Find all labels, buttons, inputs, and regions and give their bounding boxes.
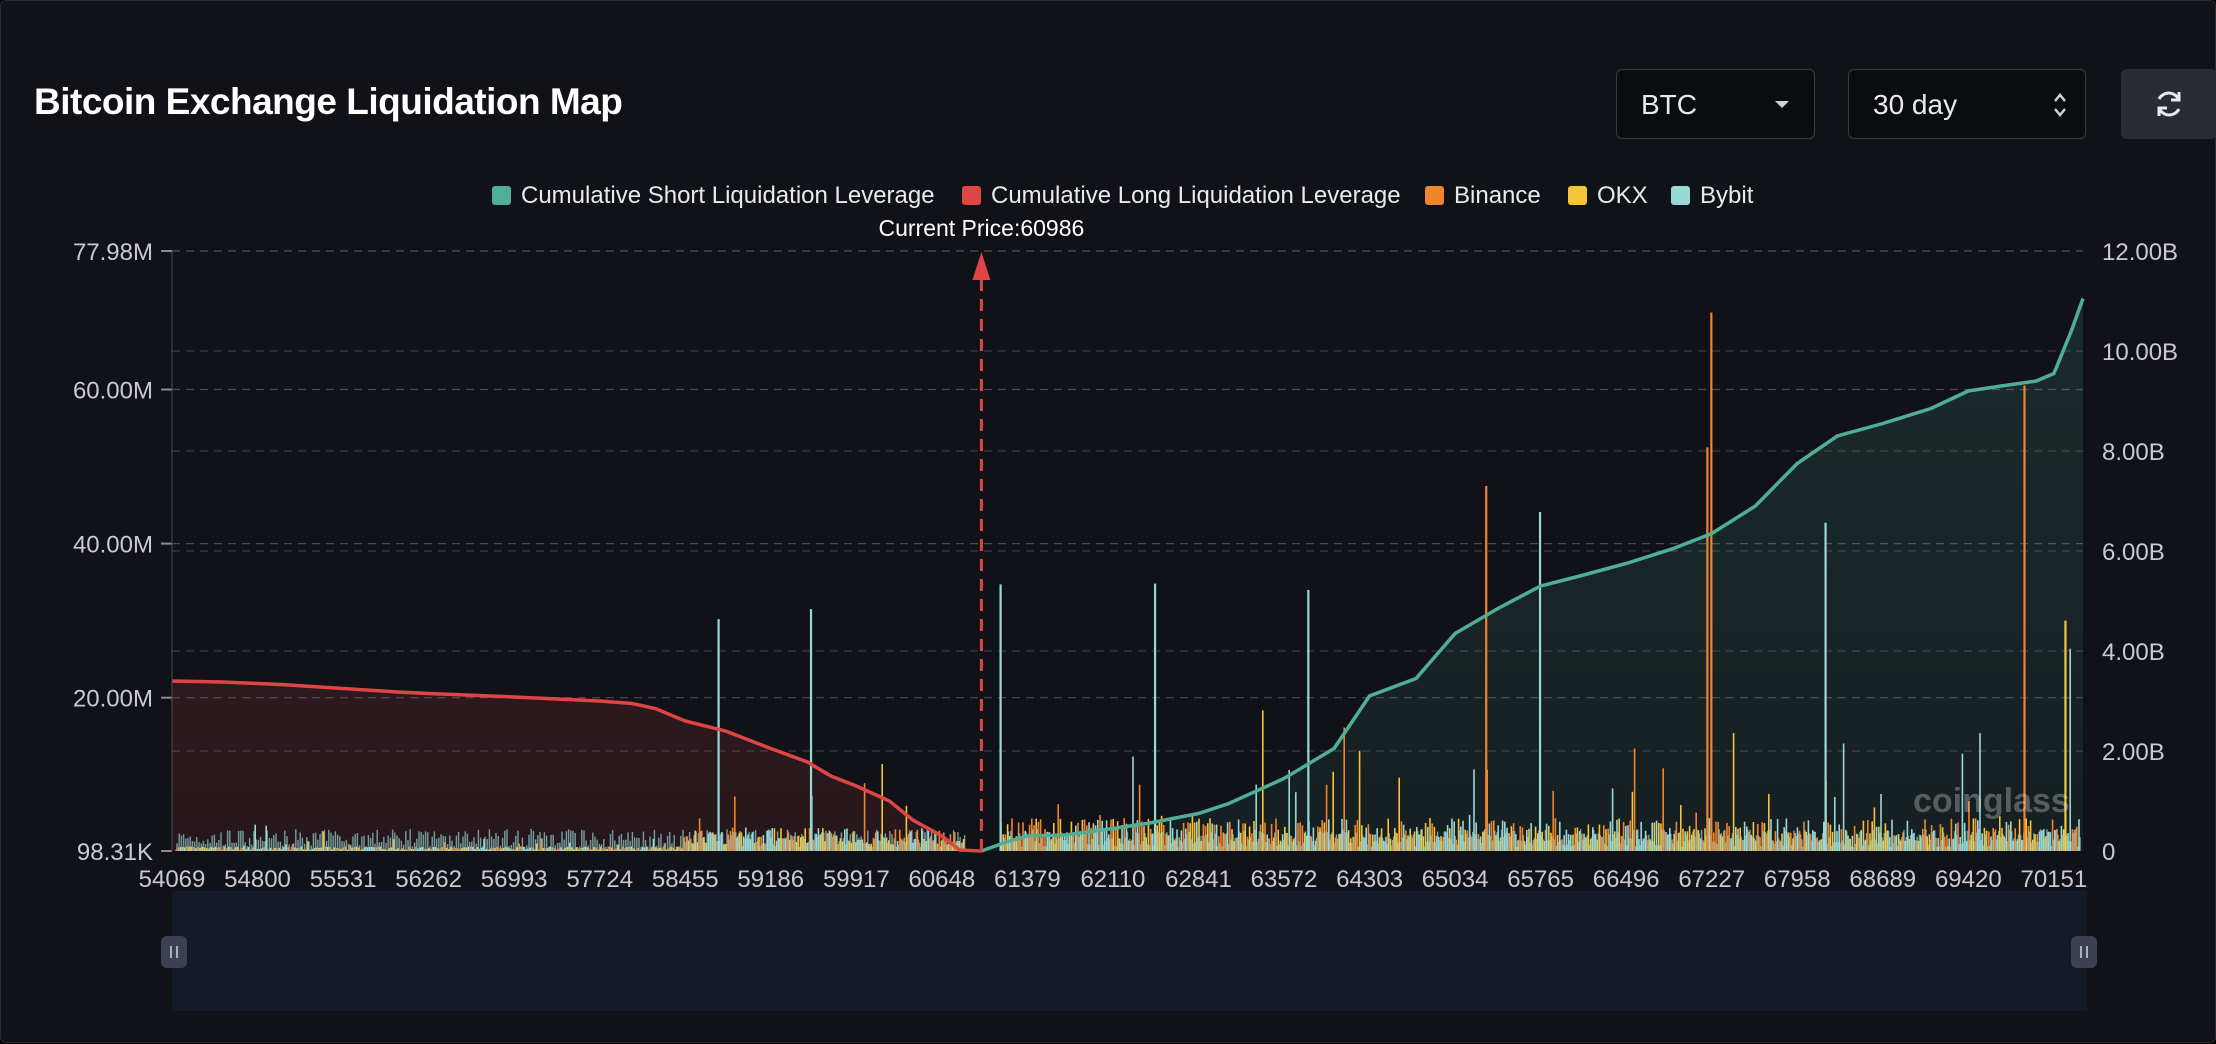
x-tick-label: 60648 xyxy=(908,866,975,893)
x-tick-label: 67958 xyxy=(1764,866,1831,893)
y-right-tick-label: 12.00B xyxy=(2102,239,2178,266)
x-tick-label: 62110 xyxy=(1080,866,1145,893)
current-price-arrow xyxy=(972,252,991,280)
x-tick-label: 59186 xyxy=(737,866,804,893)
zoom-handle-right[interactable] xyxy=(2071,936,2097,968)
cumulative-long-area xyxy=(172,681,982,851)
x-tick-label: 56993 xyxy=(481,866,548,893)
y-right-tick-label: 10.00B xyxy=(2102,339,2178,366)
x-tick-label: 70151 xyxy=(2020,866,2087,893)
x-tick-label: 61379 xyxy=(994,866,1061,893)
current-price-label: Current Price:60986 xyxy=(878,215,1084,241)
x-tick-label: 63572 xyxy=(1251,866,1318,893)
y-left-tick-label: 40.00M xyxy=(73,532,153,559)
x-tick-label: 56262 xyxy=(395,866,462,893)
x-tick-label: 67227 xyxy=(1678,866,1745,893)
cumulative-short-area xyxy=(981,298,2083,851)
x-tick-label: 64303 xyxy=(1336,866,1403,893)
x-tick-label: 65765 xyxy=(1507,866,1574,893)
x-tick-label: 54069 xyxy=(139,866,206,893)
x-tick-label: 57724 xyxy=(566,866,633,893)
x-tick-label: 68689 xyxy=(1849,866,1916,893)
y-left-tick-label: 60.00M xyxy=(73,378,153,405)
y-right-tick-label: 4.00B xyxy=(2102,639,2165,666)
y-right-tick-label: 8.00B xyxy=(2102,439,2165,466)
x-tick-label: 54800 xyxy=(224,866,291,893)
x-tick-label: 65034 xyxy=(1422,866,1489,893)
y-right-tick-label: 2.00B xyxy=(2102,739,2165,766)
x-tick-label: 62841 xyxy=(1165,866,1232,893)
x-tick-label: 66496 xyxy=(1593,866,1660,893)
x-tick-label: 59917 xyxy=(823,866,890,893)
x-tick-label: 55531 xyxy=(310,866,377,893)
liquidation-map-panel: Bitcoin Exchange Liquidation Map BTC 30 … xyxy=(0,0,2216,1043)
y-right-tick-label: 0 xyxy=(2102,839,2115,866)
zoom-handle-left[interactable] xyxy=(161,936,187,968)
x-tick-label: 58455 xyxy=(652,866,719,893)
y-left-tick-label: 98.31K xyxy=(77,839,153,866)
x-tick-label: 69420 xyxy=(1935,866,2002,893)
y-left-tick-label: 20.00M xyxy=(73,686,153,713)
zoom-slider-track[interactable] xyxy=(172,891,2087,1011)
watermark: coinglass xyxy=(1913,782,2070,820)
liquidation-chart: 0 2.00B 4.00B 6.00B 8.00B 10.00B 12.00B 98.31K 2… xyxy=(73,215,2178,1011)
y-left-tick-label: 77.98M xyxy=(73,239,153,266)
y-right-tick-label: 6.00B xyxy=(2102,539,2165,566)
